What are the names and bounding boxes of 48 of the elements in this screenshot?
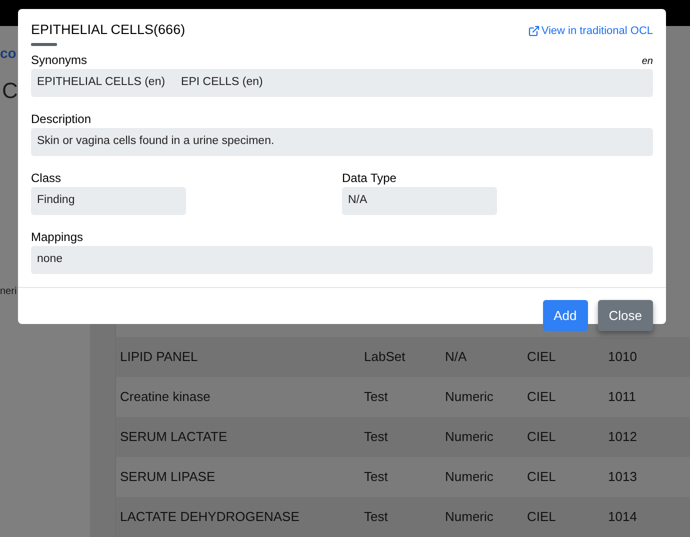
description-field: Skin or vagina cells found in a urine specimen. (31, 128, 653, 156)
heading-fragment: C (2, 77, 18, 105)
table-cell-text: CIEL (526, 428, 557, 446)
table-cell-text: CIEL (526, 468, 557, 486)
table-cell-text: Numeric (444, 468, 494, 486)
table-cell-text: 1012 (607, 428, 638, 446)
table-cell-text: Test (363, 508, 389, 526)
table-cell-text: SERUM LACTATE (119, 428, 228, 446)
external-link-icon (528, 25, 540, 38)
close-button[interactable]: Close (598, 300, 653, 331)
table-cell-text: LabSet (363, 348, 406, 366)
table-cell-text: Test (363, 468, 389, 486)
link-fragment[interactable]: co (0, 44, 16, 62)
locale-label: en (642, 56, 653, 68)
table-row[interactable]: LACTATE DEHYDROGENASE Test Numeric CIEL 1014 (116, 497, 690, 537)
table-cell-text: 1010 (607, 348, 638, 366)
field-label: Mappings (31, 229, 84, 245)
table-cell-text: SERUM LIPASE (119, 468, 216, 486)
table-cell-text: 1013 (607, 468, 638, 486)
table-row[interactable]: LIPID PANEL LabSet N/A CIEL 1010 (116, 337, 690, 378)
table-cell-text: LIPID PANEL (119, 348, 199, 366)
table-cell-text: LACTATE DEHYDROGENASE (119, 508, 300, 526)
table-cell-text: Numeric (444, 508, 494, 526)
field-label: Data Type (342, 170, 398, 186)
table-cell-text: Numeric (444, 428, 494, 446)
dialog-title: EPITHELIAL CELLS(666) (31, 21, 186, 39)
table-row[interactable]: SERUM LACTATE Test Numeric CIEL 1012 (116, 417, 690, 458)
table-cell-text: 1011 (607, 388, 637, 406)
add-button[interactable]: Add (542, 300, 588, 331)
class-field: Finding (31, 187, 186, 215)
table-cell-text: 1014 (607, 508, 638, 526)
table-cell-text: CIEL (526, 388, 557, 406)
field-label: Synonyms (31, 52, 88, 68)
field-label: Class (31, 170, 62, 186)
traditional-ocl-link[interactable]: View in traditional OCL (528, 23, 653, 40)
field-label: Description (31, 111, 92, 127)
table-cell-text: Test (363, 428, 389, 446)
table-cell-text: Test (363, 388, 389, 406)
synonym: EPI CELLS (en) (181, 75, 263, 90)
synonym: EPITHELIAL CELLS (en) (37, 75, 166, 90)
data-type-field: N/A (342, 187, 497, 215)
mappings-field: none (31, 246, 653, 274)
table-cell-text: Creatine kinase (119, 388, 212, 406)
table-cell-text: CIEL (526, 348, 557, 366)
table-cell-text: N/A (444, 348, 468, 366)
table-cell-text: CIEL (526, 508, 557, 526)
table-cell-text: Numeric (444, 388, 494, 406)
sidebar-text: neri (0, 285, 17, 299)
